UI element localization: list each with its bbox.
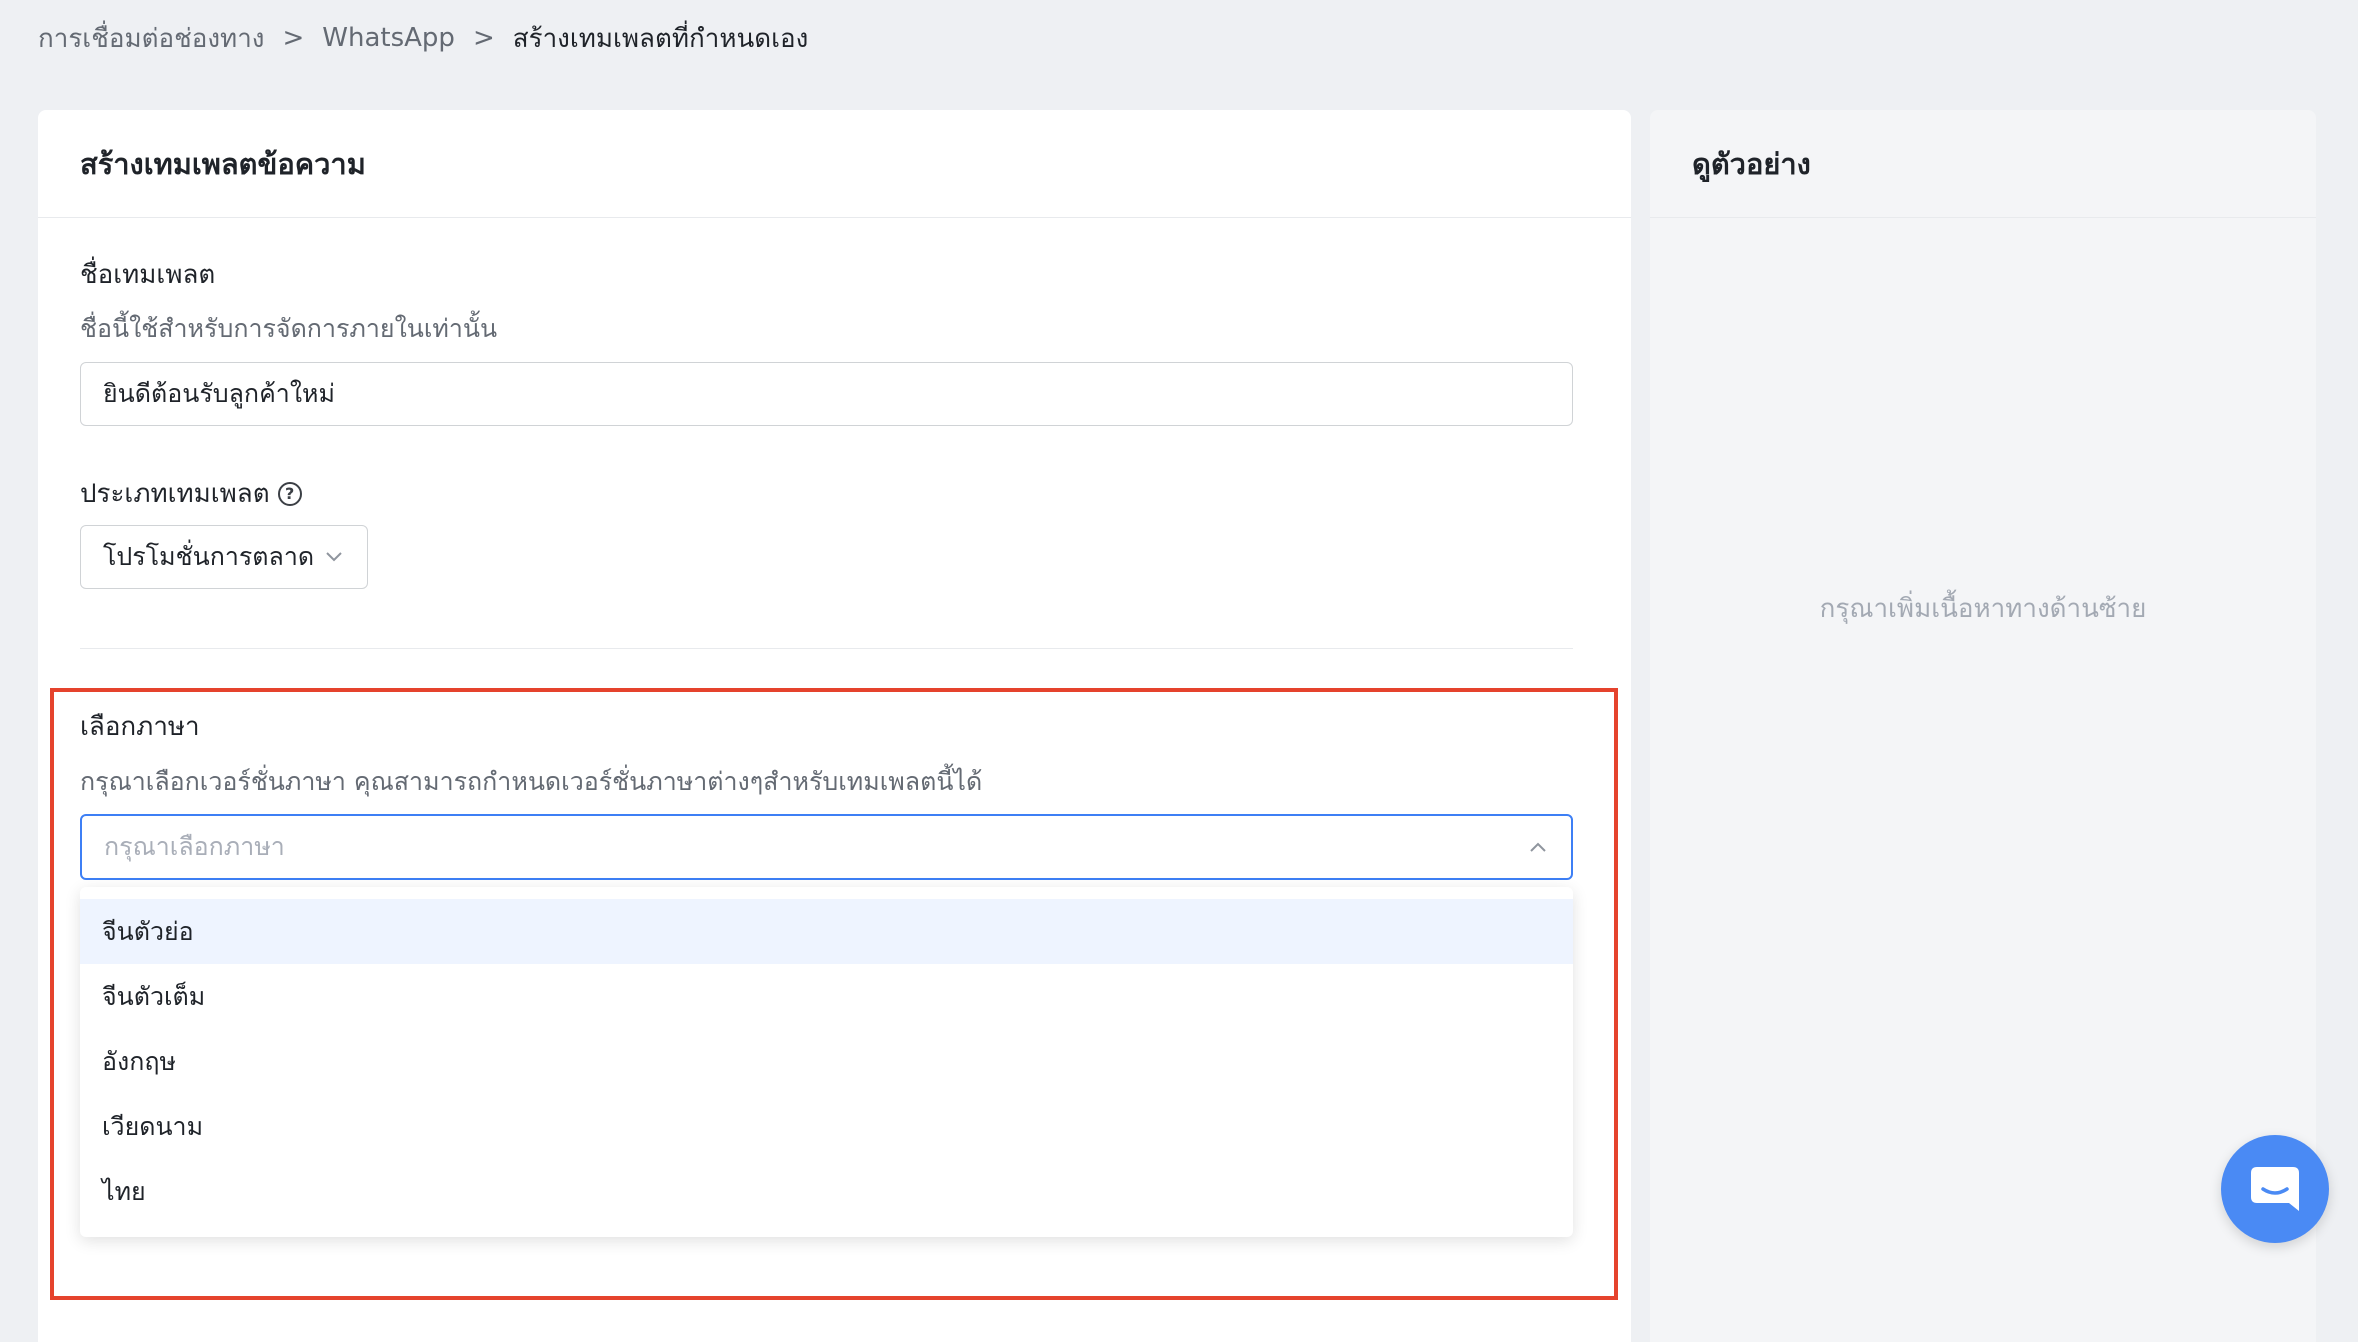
template-type-label-text: ประเภทเทมเพลต [80, 479, 270, 509]
language-dropdown: จีนตัวย่อ จีนตัวเต็ม อังกฤษ เวียดนาม ไทย [80, 887, 1573, 1237]
chevron-down-icon [323, 546, 345, 568]
question-circle-icon[interactable]: ? [277, 481, 302, 506]
template-name-label: ชื่อเทมเพลต [80, 260, 216, 290]
template-type-value: โปรโมชั่นการตลาด [103, 542, 315, 571]
preview-title: ดูตัวอย่าง [1692, 146, 1811, 181]
language-option-thai[interactable]: ไทย [80, 1159, 1573, 1224]
template-name-input[interactable]: ยินดีต้อนรับลูกค้าใหม่ [80, 362, 1573, 426]
language-label: เลือกภาษา [80, 712, 200, 742]
language-option-simplified-chinese[interactable]: จีนตัวย่อ [80, 899, 1573, 964]
template-name-help: ชื่อนี้ใช้สำหรับการจัดการภายในเท่านั้น [80, 314, 498, 343]
preview-header: ดูตัวอย่าง [1650, 110, 2316, 218]
template-type-select[interactable]: โปรโมชั่นการตลาด [80, 525, 368, 589]
breadcrumb-current-page: สร้างเทมเพลตที่กำหนดเอง [512, 23, 809, 54]
section-divider [80, 648, 1573, 649]
template-type-label: ประเภทเทมเพลต ? [80, 473, 302, 514]
preview-empty-text: กรุณาเพิ่มเนื้อหาทางด้านซ้าย [1819, 594, 2147, 624]
preview-panel: ดูตัวอย่าง กรุณาเพิ่มเนื้อหาทางด้านซ้าย [1650, 110, 2316, 1342]
chat-button[interactable] [2221, 1135, 2329, 1243]
breadcrumb-whatsapp[interactable]: WhatsApp [322, 23, 455, 53]
template-form-card: สร้างเทมเพลตข้อความ ชื่อเทมเพลต ชื่อนี้ใ… [38, 110, 1631, 1342]
breadcrumb-channel-connections[interactable]: การเชื่อมต่อช่องทาง [38, 18, 264, 59]
chevron-up-icon [1527, 836, 1549, 858]
language-option-vietnamese[interactable]: เวียดนาม [80, 1094, 1573, 1159]
form-title: สร้างเทมเพลตข้อความ [80, 146, 366, 181]
breadcrumb: การเชื่อมต่อช่องทาง > WhatsApp > สร้างเท… [38, 18, 808, 58]
chat-bubble-icon [2247, 1163, 2303, 1215]
language-option-english[interactable]: อังกฤษ [80, 1029, 1573, 1094]
breadcrumb-separator: > [282, 23, 305, 53]
language-placeholder: กรุณาเลือกภาษา [104, 832, 285, 861]
breadcrumb-separator: > [472, 23, 495, 53]
form-header: สร้างเทมเพลตข้อความ [38, 110, 1631, 218]
language-option-traditional-chinese[interactable]: จีนตัวเต็ม [80, 964, 1573, 1029]
language-select[interactable]: กรุณาเลือกภาษา [80, 814, 1573, 880]
language-help: กรุณาเลือกเวอร์ชั่นภาษา คุณสามารถกำหนดเว… [80, 767, 983, 796]
